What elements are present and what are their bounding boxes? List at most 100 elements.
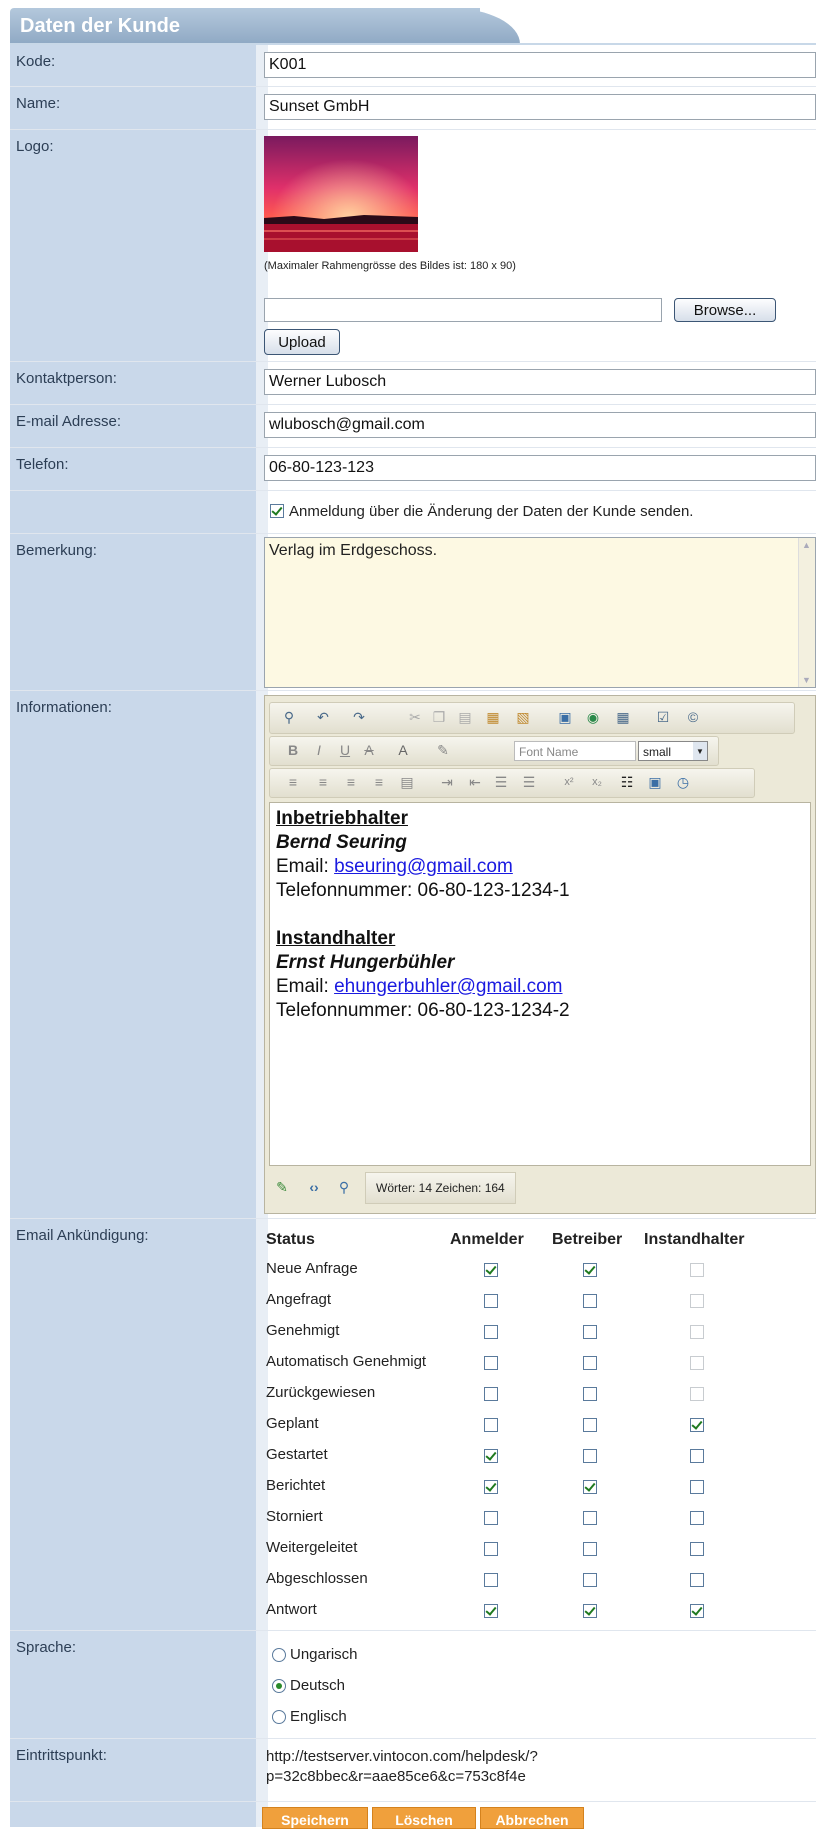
notify-checkbox[interactable]: [270, 504, 284, 518]
label-cell: Name:: [10, 87, 268, 129]
delete-button[interactable]: Löschen: [372, 1807, 476, 1829]
notify-b-checkbox[interactable]: [583, 1449, 597, 1463]
bemerkung-scrollbar[interactable]: ▲ ▼: [798, 538, 815, 687]
align-left-icon[interactable]: ≡: [284, 773, 302, 791]
notify-b-checkbox[interactable]: [583, 1387, 597, 1401]
notify-a-checkbox[interactable]: [484, 1418, 498, 1432]
label-cell: Logo:: [10, 130, 268, 361]
symbol-icon[interactable]: ©: [684, 708, 702, 726]
cut-icon[interactable]: ✂: [406, 708, 424, 726]
strikethrough-icon[interactable]: A: [360, 741, 378, 759]
language-radio[interactable]: [272, 1648, 286, 1662]
outdent-icon[interactable]: ⇤: [466, 773, 484, 791]
language-radio[interactable]: [272, 1710, 286, 1724]
align-right-icon[interactable]: ≡: [342, 773, 360, 791]
notify-b-checkbox[interactable]: [583, 1294, 597, 1308]
notify-c-checkbox[interactable]: [690, 1542, 704, 1556]
undo-icon[interactable]: ↶: [314, 708, 332, 726]
notify-b-checkbox[interactable]: [583, 1356, 597, 1370]
justify-full-icon[interactable]: ▤: [398, 773, 416, 791]
design-mode-icon[interactable]: ✎: [273, 1178, 291, 1196]
preview-icon[interactable]: ⚲: [335, 1178, 353, 1196]
font-name-select[interactable]: Font Name: [514, 741, 636, 761]
notify-c-checkbox[interactable]: [690, 1418, 704, 1432]
notify-b-checkbox[interactable]: [583, 1418, 597, 1432]
paste-word-icon[interactable]: ▦: [484, 708, 502, 726]
image-icon[interactable]: ▣: [556, 708, 574, 726]
kontakt-input[interactable]: [264, 369, 816, 395]
content-phone-1: Telefonnummer: 06-80-123-1234-1: [276, 880, 570, 901]
kode-input[interactable]: [264, 52, 816, 78]
email-link-1[interactable]: bseuring@gmail.com: [334, 856, 513, 877]
notify-a-checkbox[interactable]: [484, 1294, 498, 1308]
notify-a-checkbox[interactable]: [484, 1263, 498, 1277]
highlight-icon[interactable]: ✎: [434, 741, 452, 759]
file-path-input[interactable]: [264, 298, 662, 322]
label-cell: Bemerkung:: [10, 534, 268, 690]
font-size-select[interactable]: small ▼: [638, 741, 708, 761]
section-header: Daten der Kunde: [10, 8, 520, 44]
link-icon[interactable]: ◉: [584, 708, 602, 726]
notify-b-checkbox[interactable]: [583, 1604, 597, 1618]
notify-c-checkbox[interactable]: [690, 1604, 704, 1618]
editor-content[interactable]: Inbetriebhalter Bernd Seuring Email: bse…: [269, 802, 811, 1166]
underline-icon[interactable]: U: [336, 741, 354, 759]
superscript-icon[interactable]: x²: [560, 773, 578, 791]
paragraph-icon[interactable]: ☷: [618, 773, 636, 791]
indent-icon[interactable]: ⇥: [438, 773, 456, 791]
table-icon[interactable]: ▦: [614, 708, 632, 726]
font-color-icon[interactable]: A: [394, 741, 412, 759]
subscript-icon[interactable]: x₂: [588, 773, 606, 791]
upload-button[interactable]: Upload: [264, 329, 340, 355]
email-input[interactable]: [264, 412, 816, 438]
paste-text-icon[interactable]: ▧: [514, 708, 532, 726]
notify-b-checkbox[interactable]: [583, 1325, 597, 1339]
notify-b-checkbox[interactable]: [583, 1263, 597, 1277]
scroll-up-icon[interactable]: ▲: [802, 540, 811, 550]
language-radio[interactable]: [272, 1679, 286, 1693]
notify-a-checkbox[interactable]: [484, 1542, 498, 1556]
italic-icon[interactable]: I: [310, 741, 328, 759]
ordered-list-icon[interactable]: ☰: [492, 773, 510, 791]
header-instandhalter: Instandhalter: [644, 1231, 745, 1248]
notify-a-checkbox[interactable]: [484, 1511, 498, 1525]
redo-icon[interactable]: ↷: [350, 708, 368, 726]
telefon-input[interactable]: [264, 455, 816, 481]
notify-a-checkbox[interactable]: [484, 1325, 498, 1339]
informationen-label: Informationen:: [16, 699, 112, 716]
clock-icon[interactable]: ◷: [674, 773, 692, 791]
name-input[interactable]: [264, 94, 816, 120]
notify-b-checkbox[interactable]: [583, 1511, 597, 1525]
chevron-down-icon: ▼: [693, 742, 707, 760]
notify-c-checkbox[interactable]: [690, 1511, 704, 1525]
find-icon[interactable]: ⚲: [280, 708, 298, 726]
notify-c-checkbox[interactable]: [690, 1480, 704, 1494]
entry-url-line-2: p=32c8bbec&r=aae85ce6&c=753c8f4e: [266, 1768, 526, 1785]
notify-a-checkbox[interactable]: [484, 1604, 498, 1618]
notify-a-checkbox[interactable]: [484, 1480, 498, 1494]
cancel-button[interactable]: Abbrechen: [480, 1807, 584, 1829]
notify-a-checkbox[interactable]: [484, 1356, 498, 1370]
bold-icon[interactable]: B: [284, 741, 302, 759]
notify-c-checkbox[interactable]: [690, 1573, 704, 1587]
notify-a-checkbox[interactable]: [484, 1387, 498, 1401]
form-icon[interactable]: ☑: [654, 708, 672, 726]
align-justify-icon[interactable]: ≡: [370, 773, 388, 791]
html-mode-icon[interactable]: ‹›: [305, 1178, 323, 1196]
save-button[interactable]: Speichern: [262, 1807, 368, 1829]
align-center-icon[interactable]: ≡: [314, 773, 332, 791]
notify-c-checkbox[interactable]: [690, 1449, 704, 1463]
notify-b-checkbox[interactable]: [583, 1542, 597, 1556]
notify-a-checkbox[interactable]: [484, 1573, 498, 1587]
browse-button[interactable]: Browse...: [674, 298, 776, 322]
scroll-down-icon[interactable]: ▼: [802, 675, 811, 685]
notify-b-checkbox[interactable]: [583, 1480, 597, 1494]
paste-icon[interactable]: ▤: [456, 708, 474, 726]
email-link-2[interactable]: ehungerbuhler@gmail.com: [334, 976, 562, 997]
bemerkung-textarea[interactable]: Verlag im Erdgeschoss. ▲ ▼: [264, 537, 816, 688]
copy-icon[interactable]: ❐: [430, 708, 448, 726]
notify-a-checkbox[interactable]: [484, 1449, 498, 1463]
notify-b-checkbox[interactable]: [583, 1573, 597, 1587]
unordered-list-icon[interactable]: ☰: [520, 773, 538, 791]
date-icon[interactable]: ▣: [646, 773, 664, 791]
